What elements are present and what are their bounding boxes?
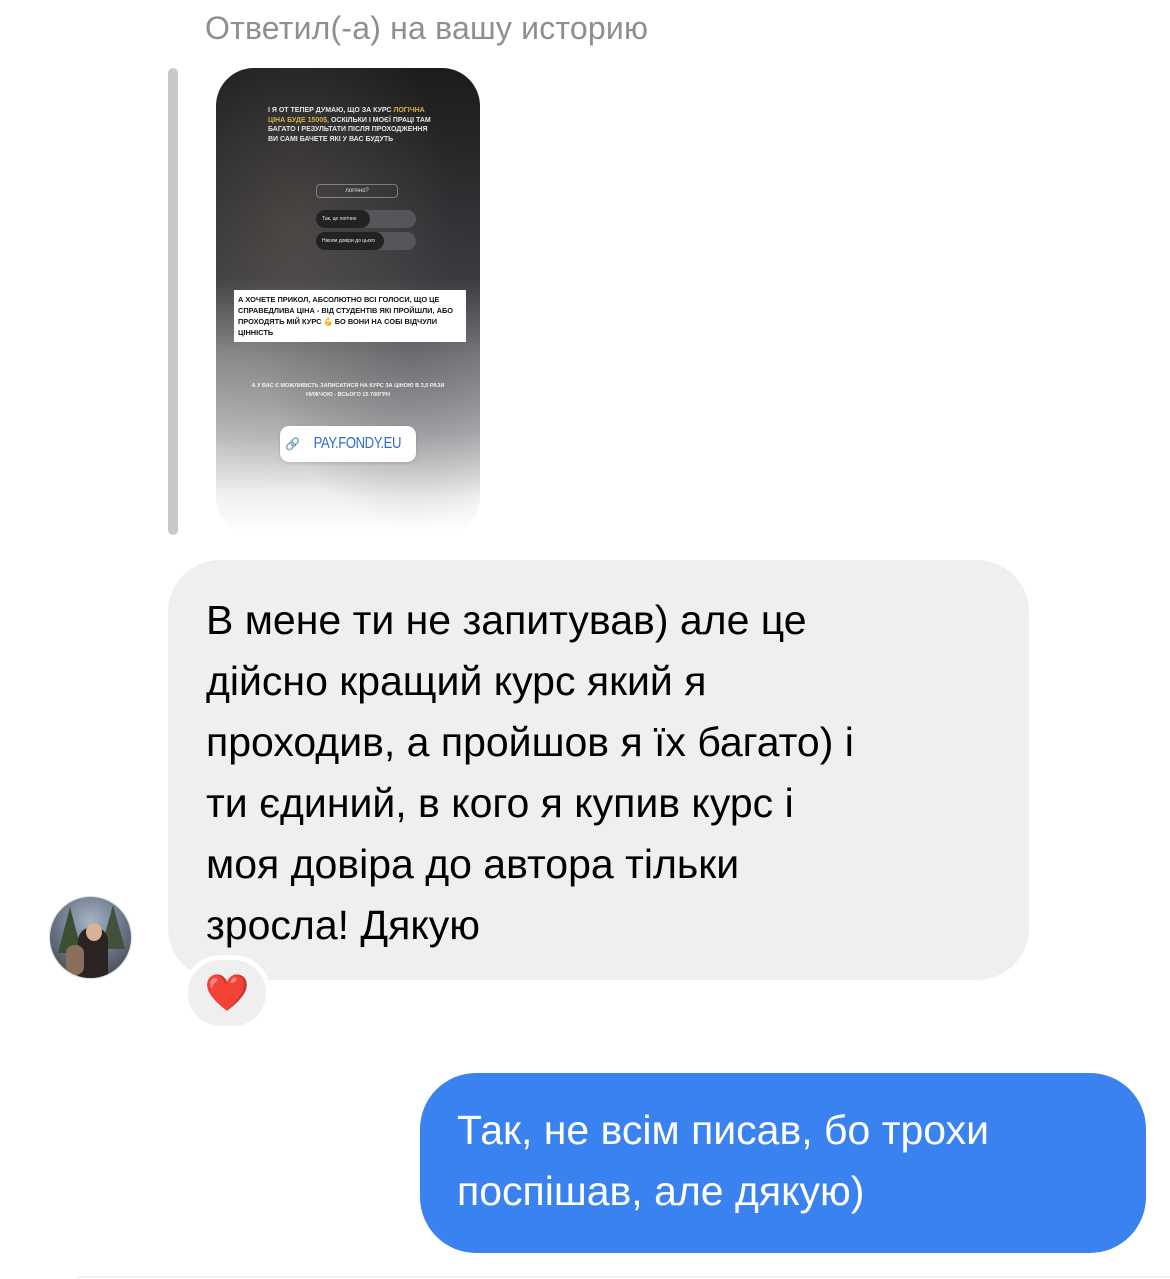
- reply-quote-bar: [168, 68, 178, 535]
- composer-divider: [78, 1276, 1170, 1278]
- heart-reaction-icon[interactable]: ❤️: [183, 955, 271, 1031]
- story-poll-option-1-label: Так, це логічно: [322, 216, 357, 222]
- story-poll-option-2-label: Ніколи довіри до цього: [322, 238, 375, 244]
- story-preview[interactable]: і я от тепер думаю, що за курс логічна ц…: [216, 68, 480, 535]
- reply-context-label: Ответил(-а) на вашу историю: [205, 10, 649, 46]
- story-link-sticker[interactable]: 🔗 PAY.FONDY.EU: [280, 426, 416, 462]
- story-poll-option-2: Ніколи довіри до цього: [316, 232, 416, 250]
- story-poll-option-1: Так, це логічно: [316, 210, 416, 228]
- avatar-face: [86, 923, 102, 941]
- story-poll-question: логічно?: [316, 184, 398, 198]
- outgoing-message-text: Так, не всім писав, бо трохи поспішав, а…: [457, 1107, 990, 1214]
- outgoing-message-bubble[interactable]: Так, не всім писав, бо трохи поспішав, а…: [420, 1073, 1146, 1253]
- link-chain-icon: 🔗: [285, 437, 301, 451]
- incoming-message-text: В мене ти не запитував) але це дійсно кр…: [206, 597, 854, 948]
- story-link-label: PAY.FONDY.EU: [313, 435, 402, 452]
- avatar-child: [66, 945, 84, 975]
- sender-avatar[interactable]: [49, 896, 132, 979]
- story-middle-text: А хочете прикол, абсолютно всі голоси, щ…: [234, 290, 466, 342]
- story-small-text: а у вас є можливість записатися на курс …: [251, 383, 445, 398]
- incoming-message-bubble[interactable]: В мене ти не запитував) але це дійсно кр…: [168, 560, 1029, 980]
- story-top-text-part1: і я от тепер думаю, що за курс: [268, 107, 392, 114]
- story-top-text: і я от тепер думаю, що за курс логічна ц…: [268, 106, 438, 144]
